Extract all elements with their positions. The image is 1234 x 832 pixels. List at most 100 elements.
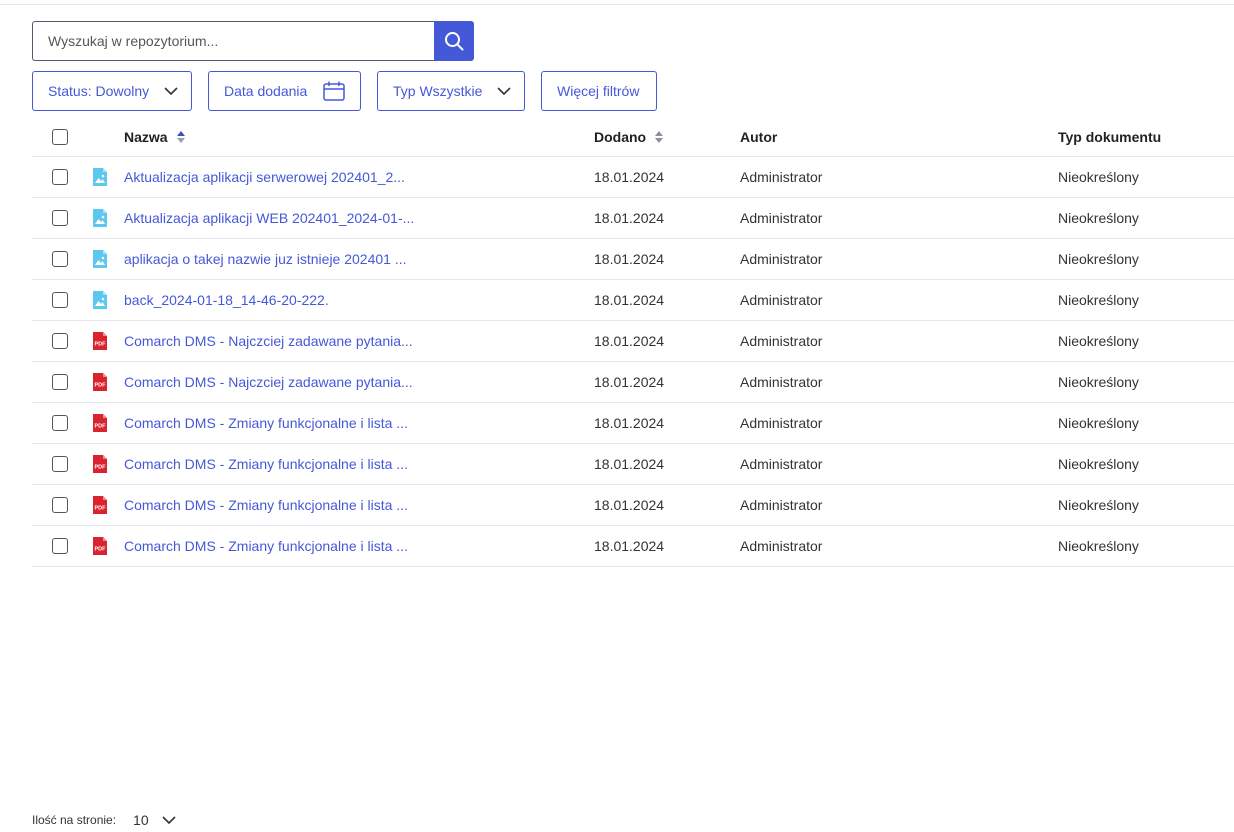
document-name-link[interactable]: Comarch DMS - Zmiany funkcjonalne i list… <box>124 538 408 554</box>
added-date-cell: 18.01.2024 <box>594 403 664 443</box>
author-cell: Administrator <box>740 280 822 320</box>
row-select-cell <box>52 157 68 197</box>
image-file-icon <box>92 290 108 310</box>
pdf-file-icon: PDF <box>92 536 108 556</box>
document-name-cell: Comarch DMS - Zmiany funkcjonalne i list… <box>124 403 408 443</box>
calendar-icon <box>323 81 345 101</box>
table-header: Nazwa Dodano Autor Typ dokumentu <box>32 118 1234 157</box>
added-date: 18.01.2024 <box>594 169 665 185</box>
doc-type-cell: Nieokreślony <box>1058 362 1139 402</box>
image-file-icon <box>92 249 108 269</box>
row-checkbox[interactable] <box>52 456 68 472</box>
added-date: 18.01.2024 <box>594 538 665 554</box>
top-divider <box>0 4 1234 5</box>
pdf-file-icon: PDF <box>92 495 108 515</box>
column-header-added[interactable]: Dodano <box>594 118 664 156</box>
document-name-cell: aplikacja o takej nazwie juz istnieje 20… <box>124 239 407 279</box>
table-row[interactable]: Aktualizacja aplikacji serwerowej 202401… <box>32 157 1234 198</box>
file-type-cell <box>92 157 108 197</box>
sort-icon <box>654 130 664 144</box>
document-name-link[interactable]: Comarch DMS - Zmiany funkcjonalne i list… <box>124 456 408 472</box>
document-name-link[interactable]: Comarch DMS - Zmiany funkcjonalne i list… <box>124 497 408 513</box>
status-filter-dropdown[interactable]: Status: Dowolny <box>32 71 192 111</box>
row-checkbox[interactable] <box>52 538 68 554</box>
document-name-cell: Comarch DMS - Zmiany funkcjonalne i list… <box>124 485 408 525</box>
doc-type-cell: Nieokreślony <box>1058 485 1139 525</box>
added-date-cell: 18.01.2024 <box>594 157 664 197</box>
svg-text:PDF: PDF <box>95 383 107 389</box>
search-icon <box>444 31 464 51</box>
more-filters-button[interactable]: Więcej filtrów <box>541 71 657 111</box>
column-header-name[interactable]: Nazwa <box>124 118 186 156</box>
table-row[interactable]: PDF Comarch DMS - Najczciej zadawane pyt… <box>32 321 1234 362</box>
document-name-cell: Comarch DMS - Zmiany funkcjonalne i list… <box>124 526 408 566</box>
svg-text:PDF: PDF <box>95 342 107 348</box>
pdf-file-icon: PDF <box>92 454 108 474</box>
doc-type-value: Nieokreślony <box>1058 210 1139 226</box>
document-name-link[interactable]: back_2024-01-18_14-46-20-222. <box>124 292 329 308</box>
document-name-link[interactable]: Comarch DMS - Zmiany funkcjonalne i list… <box>124 415 408 431</box>
author-name: Administrator <box>740 292 823 308</box>
row-checkbox[interactable] <box>52 210 68 226</box>
table-row[interactable]: PDF Comarch DMS - Najczciej zadawane pyt… <box>32 362 1234 403</box>
chevron-down-icon[interactable] <box>162 815 176 825</box>
file-type-cell <box>92 239 108 279</box>
doc-type-cell: Nieokreślony <box>1058 403 1139 443</box>
doc-type-cell: Nieokreślony <box>1058 280 1139 320</box>
author-cell: Administrator <box>740 444 822 484</box>
search-button[interactable] <box>434 21 474 61</box>
added-date: 18.01.2024 <box>594 292 665 308</box>
added-date-cell: 18.01.2024 <box>594 362 664 402</box>
date-added-filter[interactable]: Data dodania <box>208 71 361 111</box>
table-row[interactable]: PDF Comarch DMS - Zmiany funkcjonalne i … <box>32 485 1234 526</box>
author-cell: Administrator <box>740 362 822 402</box>
column-header-author: Autor <box>740 118 777 156</box>
document-name-link[interactable]: Comarch DMS - Najczciej zadawane pytania… <box>124 374 413 390</box>
row-checkbox[interactable] <box>52 497 68 513</box>
added-date-cell: 18.01.2024 <box>594 280 664 320</box>
file-type-cell <box>92 280 108 320</box>
more-filters-label: Więcej filtrów <box>557 83 640 99</box>
page-size-selector: Ilość na stronie: 10 <box>32 810 176 830</box>
table-row[interactable]: aplikacja o takej nazwie juz istnieje 20… <box>32 239 1234 280</box>
file-type-cell: PDF <box>92 526 108 566</box>
row-checkbox[interactable] <box>52 251 68 267</box>
author-cell: Administrator <box>740 403 822 443</box>
file-type-cell: PDF <box>92 321 108 361</box>
table-row[interactable]: PDF Comarch DMS - Zmiany funkcjonalne i … <box>32 526 1234 567</box>
doc-type-value: Nieokreślony <box>1058 497 1139 513</box>
document-name-link[interactable]: Aktualizacja aplikacji serwerowej 202401… <box>124 169 405 185</box>
doc-type-cell: Nieokreślony <box>1058 321 1139 361</box>
doc-type-value: Nieokreślony <box>1058 251 1139 267</box>
author-name: Administrator <box>740 251 823 267</box>
row-checkbox[interactable] <box>52 169 68 185</box>
author-name: Administrator <box>740 374 823 390</box>
select-all-cell <box>52 118 68 156</box>
author-name: Administrator <box>740 456 823 472</box>
row-checkbox[interactable] <box>52 292 68 308</box>
document-name-cell: back_2024-01-18_14-46-20-222. <box>124 280 329 320</box>
row-checkbox[interactable] <box>52 333 68 349</box>
type-filter-dropdown[interactable]: Typ Wszystkie <box>377 71 525 111</box>
document-name-link[interactable]: aplikacja o takej nazwie juz istnieje 20… <box>124 251 407 267</box>
table-row[interactable]: Aktualizacja aplikacji WEB 202401_2024-0… <box>32 198 1234 239</box>
file-type-cell <box>92 198 108 238</box>
added-date: 18.01.2024 <box>594 415 665 431</box>
table-row[interactable]: PDF Comarch DMS - Zmiany funkcjonalne i … <box>32 403 1234 444</box>
table-row[interactable]: PDF Comarch DMS - Zmiany funkcjonalne i … <box>32 444 1234 485</box>
row-select-cell <box>52 321 68 361</box>
column-header-author-label: Autor <box>740 129 778 145</box>
select-all-checkbox[interactable] <box>52 129 68 145</box>
column-header-doc-type-label: Typ dokumentu <box>1058 129 1162 145</box>
author-cell: Administrator <box>740 321 822 361</box>
document-name-link[interactable]: Comarch DMS - Najczciej zadawane pytania… <box>124 333 413 349</box>
page-size-value[interactable]: 10 <box>133 812 149 828</box>
row-checkbox[interactable] <box>52 374 68 390</box>
row-checkbox[interactable] <box>52 415 68 431</box>
document-name-cell: Comarch DMS - Najczciej zadawane pytania… <box>124 362 413 402</box>
document-name-link[interactable]: Aktualizacja aplikacji WEB 202401_2024-0… <box>124 210 414 226</box>
search-input[interactable] <box>32 21 434 61</box>
search-bar <box>32 21 474 61</box>
author-name: Administrator <box>740 169 823 185</box>
table-row[interactable]: back_2024-01-18_14-46-20-222. 18.01.2024… <box>32 280 1234 321</box>
